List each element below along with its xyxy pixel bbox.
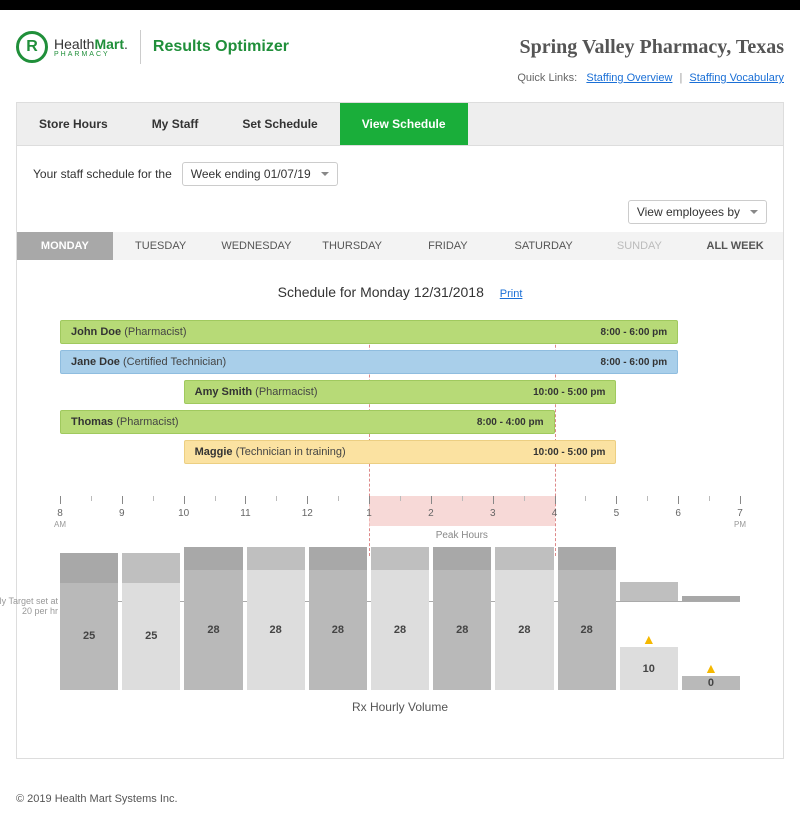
tick-label: 7 — [737, 508, 743, 519]
volume-bar: 0▲ — [682, 676, 740, 690]
volume-bar: 10▲ — [620, 647, 678, 690]
tick-label: 2 — [428, 508, 434, 519]
volume-bar: 25 — [122, 583, 180, 690]
pharmacy-name: Spring Valley Pharmacy, Texas — [520, 36, 785, 59]
print-link[interactable]: Print — [500, 288, 523, 300]
link-staffing-overview[interactable]: Staffing Overview — [586, 72, 672, 84]
tick-label: 1 — [366, 508, 372, 519]
warning-icon: ▲ — [642, 631, 656, 647]
target-label: Rx Hourly Target set at 20 per hr — [0, 596, 58, 616]
volume-bar: 28 — [558, 570, 616, 690]
link-staffing-vocabulary[interactable]: Staffing Vocabulary — [689, 72, 784, 84]
daytab-thursday[interactable]: THURSDAY — [304, 232, 400, 260]
tick-label: 9 — [119, 508, 125, 519]
daytab-tuesday[interactable]: TUESDAY — [113, 232, 209, 260]
tick-label: 12 — [302, 508, 313, 519]
quick-links: Quick Links: Staffing Overview | Staffin… — [0, 72, 800, 102]
time-axis: 8AM91011121234567PMPeak Hours — [60, 496, 740, 552]
tick-label: 11 — [240, 508, 250, 519]
daytab-allweek[interactable]: ALL WEEK — [687, 232, 783, 260]
brand: R HealthMart. PHARMACY Results Optimizer — [16, 30, 289, 64]
tick-label: 8 — [57, 508, 63, 519]
daytab-sunday: SUNDAY — [592, 232, 688, 260]
rx-icon: R — [16, 31, 48, 63]
footer-copyright: © 2019 Health Mart Systems Inc. — [0, 779, 800, 819]
shift-bar[interactable]: Amy Smith (Pharmacist)10:00 - 5:00 pm — [184, 380, 617, 404]
daytab-monday[interactable]: MONDAY — [17, 232, 113, 260]
peak-label: Peak Hours — [436, 530, 488, 541]
volume-title: Rx Hourly Volume — [60, 700, 740, 714]
day-tabs: MONDAY TUESDAY WEDNESDAY THURSDAY FRIDAY… — [17, 232, 783, 260]
tab-store-hours[interactable]: Store Hours — [17, 103, 130, 145]
daytab-friday[interactable]: FRIDAY — [400, 232, 496, 260]
volume-chart: Rx Hourly Target set at 20 per hr 252528… — [60, 570, 740, 738]
tab-set-schedule[interactable]: Set Schedule — [220, 103, 339, 145]
tick-label: 3 — [490, 508, 496, 519]
app-title: Results Optimizer — [153, 38, 289, 56]
volume-bar: 28 — [371, 570, 429, 690]
daytab-saturday[interactable]: SATURDAY — [496, 232, 592, 260]
volume-bar: 28 — [495, 570, 553, 690]
shift-bar[interactable]: Jane Doe (Certified Technician)8:00 - 6:… — [60, 350, 678, 374]
week-select[interactable]: Week ending 01/07/19 — [182, 162, 338, 186]
schedule-title: Schedule for Monday 12/31/2018 Print — [51, 284, 749, 300]
tab-view-schedule[interactable]: View Schedule — [340, 103, 468, 145]
volume-bar: 28 — [433, 570, 491, 690]
volume-bar: 28 — [309, 570, 367, 690]
shift-bar[interactable]: John Doe (Pharmacist)8:00 - 6:00 pm — [60, 320, 678, 344]
shift-bar[interactable]: Thomas (Pharmacist)8:00 - 4:00 pm — [60, 410, 555, 434]
timeline: John Doe (Pharmacist)8:00 - 6:00 pm Jane … — [60, 320, 740, 490]
volume-bar: 28 — [247, 570, 305, 690]
volume-bar: 28 — [184, 570, 242, 690]
volume-bar: 25 — [60, 583, 118, 690]
employees-select[interactable]: View employees by — [628, 200, 767, 224]
logo: R HealthMart. PHARMACY — [16, 31, 128, 63]
tick-label: 4 — [552, 508, 558, 519]
tick-label: 5 — [614, 508, 620, 519]
warning-icon: ▲ — [704, 660, 718, 676]
daytab-wednesday[interactable]: WEDNESDAY — [209, 232, 305, 260]
tick-label: 6 — [675, 508, 681, 519]
tick-label: 10 — [178, 508, 189, 519]
tab-my-staff[interactable]: My Staff — [130, 103, 221, 145]
schedule-for-label: Your staff schedule for the — [33, 167, 172, 181]
shift-bar[interactable]: Maggie (Technician in training)10:00 - 5… — [184, 440, 617, 464]
main-tabs: Store Hours My Staff Set Schedule View S… — [16, 102, 784, 146]
